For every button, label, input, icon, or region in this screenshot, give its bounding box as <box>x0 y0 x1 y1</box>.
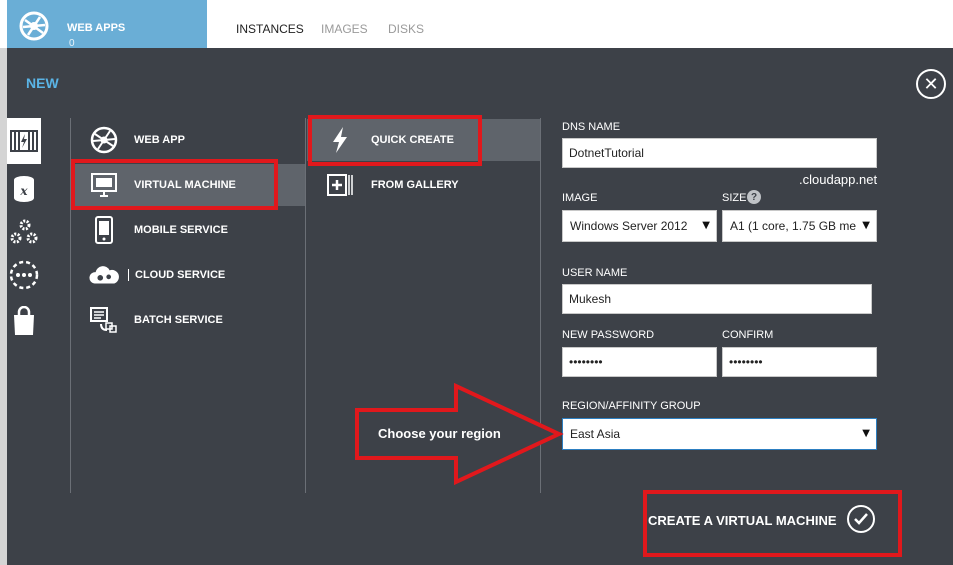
annotation-text: Choose your region <box>378 426 501 441</box>
option-from-gallery[interactable]: FROM GALLERY <box>307 164 540 206</box>
rail-item-compute[interactable] <box>7 118 41 164</box>
rail-item-store[interactable] <box>7 298 41 344</box>
data-services-icon: x <box>14 176 34 202</box>
size-select-value: A1 (1 core, 1.75 GB me <box>730 219 857 233</box>
option-label: FROM GALLERY <box>371 179 459 191</box>
close-button[interactable]: ✕ <box>916 69 946 99</box>
rail-item-data-services[interactable]: x <box>7 166 41 212</box>
image-label: IMAGE <box>562 192 598 204</box>
dns-name-label: DNS NAME <box>562 121 621 133</box>
store-icon <box>14 306 34 335</box>
gallery-plus-icon <box>325 170 355 200</box>
confirm-password-input[interactable]: •••••••• <box>722 347 877 377</box>
highlight-quick-create <box>308 115 482 166</box>
checkmark-icon <box>854 513 868 525</box>
region-select-value: East Asia <box>570 427 621 441</box>
dropdown-arrow-icon: ▼ <box>862 428 870 439</box>
divider <box>305 118 306 493</box>
web-apps-tile[interactable]: WEB APPS 0 <box>7 0 207 49</box>
help-icon[interactable]: ? <box>747 190 761 204</box>
category-label: BATCH SERVICE <box>134 314 223 326</box>
user-name-label: USER NAME <box>562 267 628 279</box>
close-icon: ✕ <box>923 73 939 95</box>
category-label: CLOUD SERVICE <box>128 269 225 281</box>
user-name-input[interactable]: Mukesh <box>562 284 872 314</box>
highlight-virtual-machine <box>71 159 278 210</box>
tab-disks[interactable]: DISKS <box>388 22 424 36</box>
batch-icon <box>89 305 119 335</box>
left-edge-strip <box>0 0 7 565</box>
region-label: REGION/AFFINITY GROUP <box>562 400 701 412</box>
web-apps-title: WEB APPS <box>67 22 126 34</box>
category-label: WEB APP <box>134 134 185 146</box>
compute-icon <box>10 130 38 152</box>
confirm-label: CONFIRM <box>722 329 774 341</box>
category-cloud-service[interactable]: CLOUD SERVICE <box>72 254 305 296</box>
create-vm-button[interactable] <box>847 505 875 533</box>
category-mobile-service[interactable]: MOBILE SERVICE <box>72 209 305 251</box>
web-apps-icon <box>19 11 49 41</box>
globe-icon <box>89 125 119 155</box>
panel-title: NEW <box>26 75 59 91</box>
app-services-icon <box>10 219 38 244</box>
image-select[interactable]: Windows Server 2012 ▼ <box>562 210 717 242</box>
tab-images[interactable]: IMAGES <box>321 22 368 36</box>
category-batch-service[interactable]: BATCH SERVICE <box>72 299 305 341</box>
region-select[interactable]: East Asia ▼ <box>562 418 877 450</box>
top-header: WEB APPS 0 INSTANCES IMAGES DISKS <box>0 0 953 49</box>
image-select-value: Windows Server 2012 <box>570 219 688 233</box>
dns-suffix: .cloudapp.net <box>799 172 878 187</box>
dropdown-arrow-icon: ▼ <box>862 220 870 231</box>
cloud-gear-icon <box>89 260 119 290</box>
network-services-icon <box>9 260 39 290</box>
category-label: MOBILE SERVICE <box>134 224 228 236</box>
size-select[interactable]: A1 (1 core, 1.75 GB me ▼ <box>722 210 877 242</box>
mobile-icon <box>89 215 119 245</box>
tab-instances[interactable]: INSTANCES <box>236 22 304 36</box>
new-password-label: NEW PASSWORD <box>562 329 655 341</box>
svg-text:x: x <box>19 184 28 198</box>
new-panel: NEW ✕ x WEB APP VIRTUAL MACHINE MOBILE S… <box>7 48 953 565</box>
rail-item-app-services[interactable] <box>7 209 41 255</box>
dns-name-input[interactable]: DotnetTutorial <box>562 138 877 168</box>
create-vm-label[interactable]: CREATE A VIRTUAL MACHINE <box>648 513 837 528</box>
new-password-input[interactable]: •••••••• <box>562 347 717 377</box>
rail-item-network-services[interactable] <box>7 252 41 298</box>
category-web-app[interactable]: WEB APP <box>72 119 305 161</box>
dropdown-arrow-icon: ▼ <box>702 220 710 231</box>
size-label: SIZE <box>722 192 747 204</box>
